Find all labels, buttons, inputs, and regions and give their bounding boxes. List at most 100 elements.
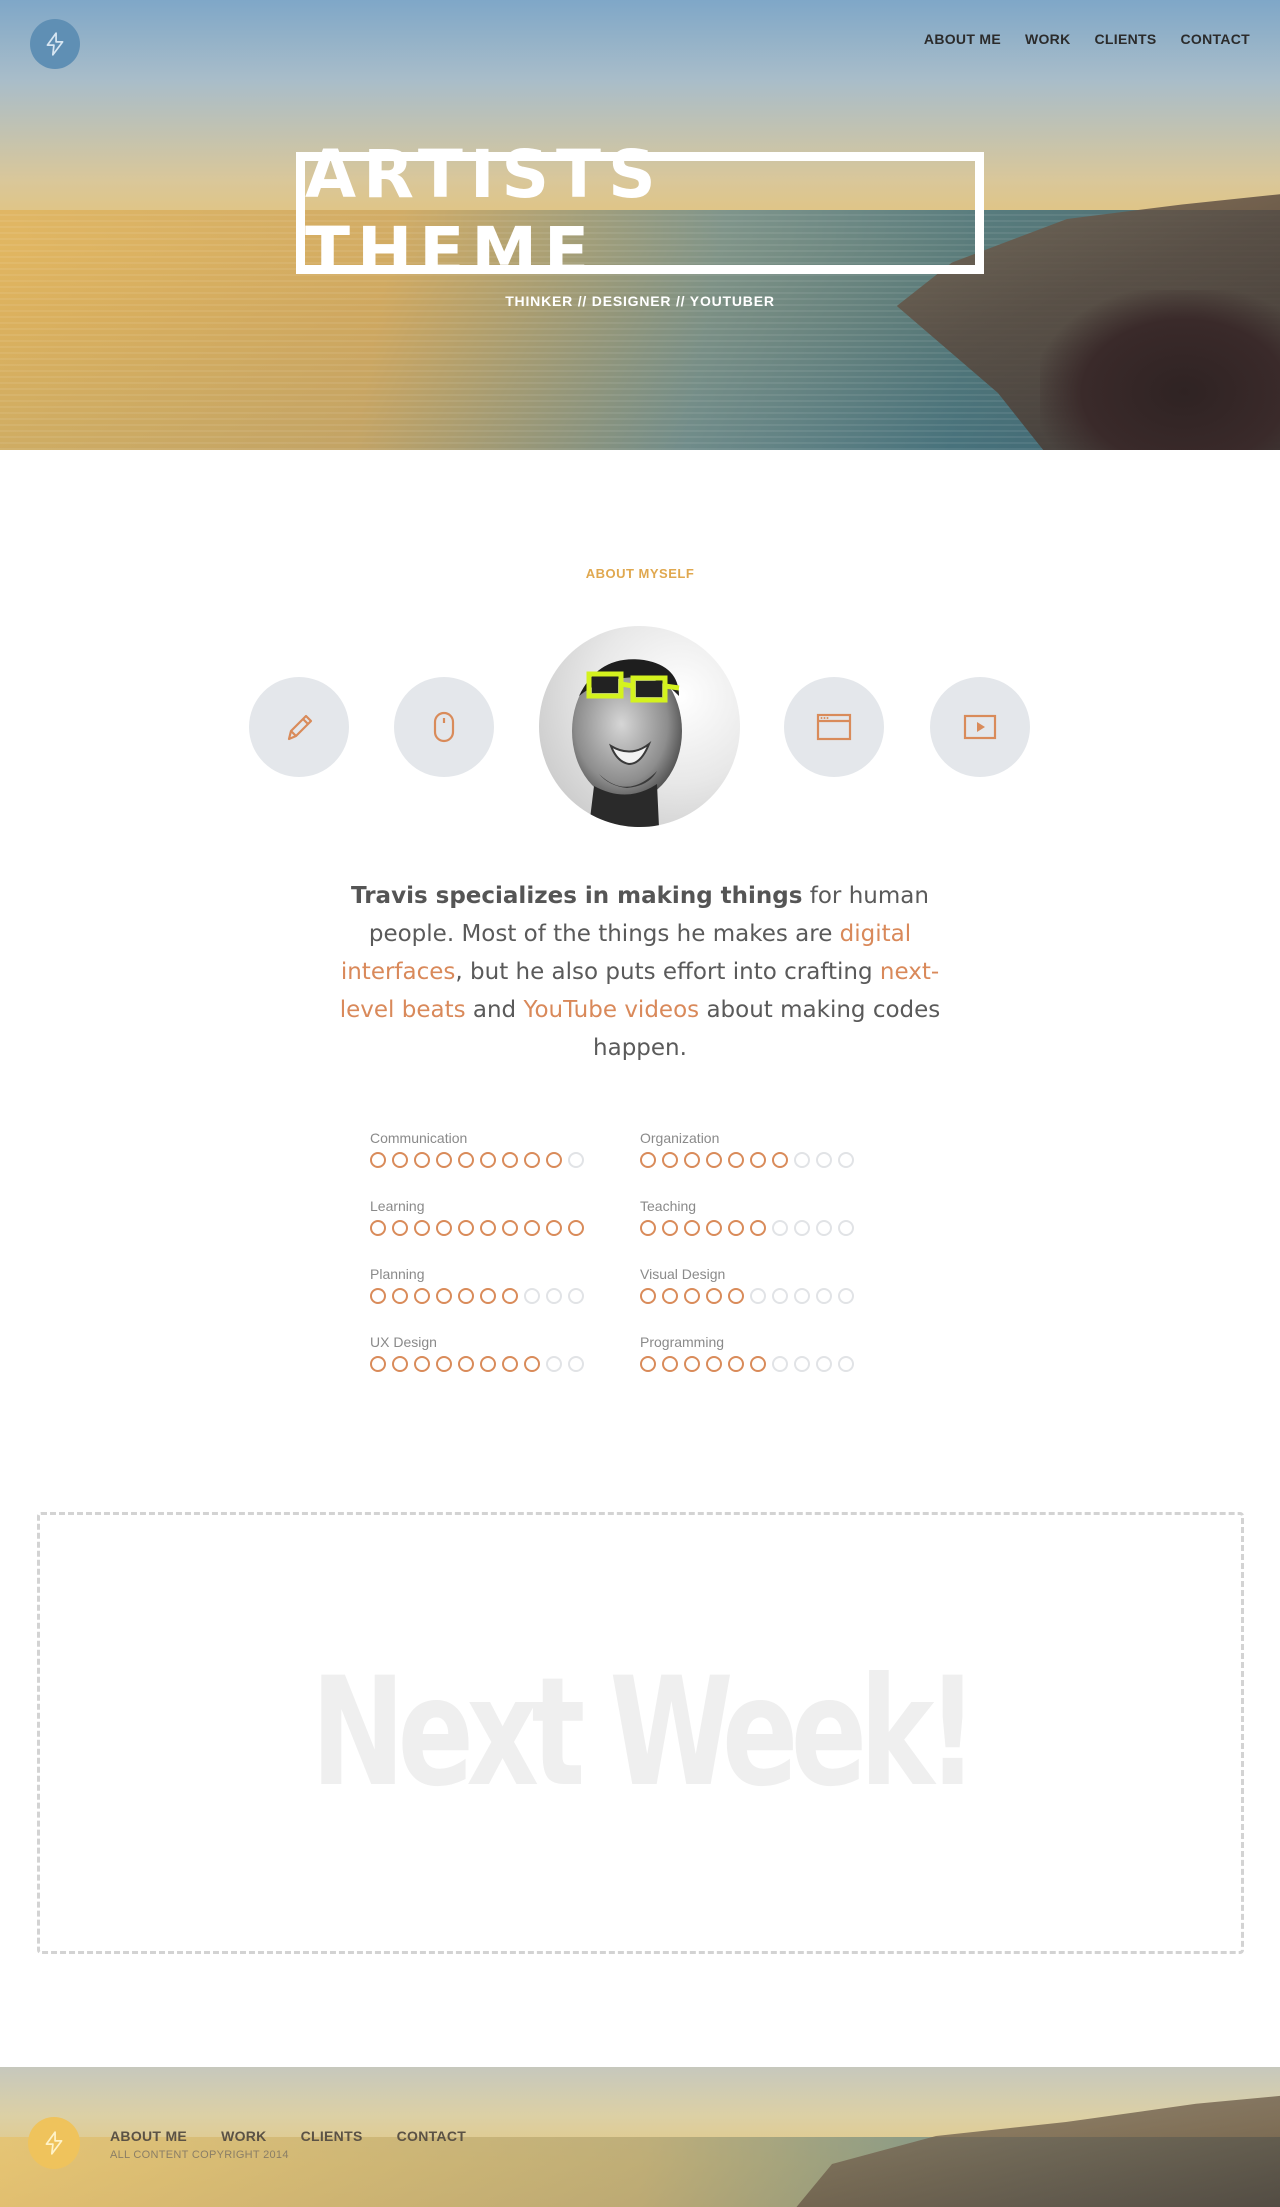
rating-dot-filled <box>684 1356 700 1372</box>
rating-dot-filled <box>662 1356 678 1372</box>
rating-dot-empty <box>546 1288 562 1304</box>
rating-dot-filled <box>728 1152 744 1168</box>
skill-item: Planning <box>370 1266 640 1304</box>
footer-nav-work[interactable]: WORK <box>221 2128 267 2144</box>
rating-dot-filled <box>436 1152 452 1168</box>
footer-lightning-logo-icon[interactable] <box>28 2117 80 2169</box>
skill-name: Teaching <box>640 1198 697 1214</box>
rating-dot-filled <box>524 1220 540 1236</box>
bio-text: Travis specializes in making things for … <box>339 883 941 1061</box>
profile-photo <box>572 659 682 827</box>
skill-rating <box>370 1356 640 1372</box>
top-nav: ABOUT ME WORK CLIENTS CONTACT <box>924 31 1250 47</box>
rating-dot-filled <box>458 1288 474 1304</box>
rating-dot-empty <box>568 1288 584 1304</box>
skill-name: Learning <box>370 1198 425 1214</box>
nav-work[interactable]: WORK <box>1025 31 1071 47</box>
skill-name: UX Design <box>370 1334 437 1350</box>
rating-dot-filled <box>640 1288 656 1304</box>
rating-dot-filled <box>568 1220 584 1236</box>
rating-dot-filled <box>546 1220 562 1236</box>
rating-dot-empty <box>772 1288 788 1304</box>
placeholder-text: Next Week! <box>310 1646 978 1820</box>
skill-name: Planning <box>370 1266 425 1282</box>
skill-item: Communication <box>370 1130 640 1168</box>
rating-dot-empty <box>794 1356 810 1372</box>
coming-soon-placeholder: Next Week! <box>37 1512 1244 1954</box>
skill-name: Communication <box>370 1130 468 1146</box>
rating-dot-filled <box>392 1152 408 1168</box>
rating-dot-empty <box>838 1152 854 1168</box>
footer-nav-clients[interactable]: CLIENTS <box>301 2128 363 2144</box>
skill-rating <box>640 1220 910 1236</box>
rating-dot-empty <box>524 1288 540 1304</box>
site-title-box: ARTISTS THEME <box>296 136 984 290</box>
skill-rating <box>640 1152 910 1168</box>
video-play-icon-circle <box>930 677 1030 777</box>
rating-dot-empty <box>772 1356 788 1372</box>
rating-dot-filled <box>750 1220 766 1236</box>
footer-nav-about-me[interactable]: ABOUT ME <box>110 2128 187 2144</box>
browser-window-icon <box>816 713 852 741</box>
link-youtube-videos[interactable]: YouTube videos <box>523 997 699 1023</box>
rating-dot-filled <box>546 1152 562 1168</box>
rating-dot-empty <box>838 1356 854 1372</box>
rating-dot-filled <box>480 1220 496 1236</box>
rating-dot-empty <box>816 1288 832 1304</box>
bio-strong: Travis specializes in making things <box>351 883 803 909</box>
rating-dot-filled <box>684 1288 700 1304</box>
video-play-icon <box>963 714 997 740</box>
skill-item: Programming <box>640 1334 910 1372</box>
mouse-icon-circle <box>394 677 494 777</box>
rating-dot-filled <box>502 1220 518 1236</box>
skill-item: UX Design <box>370 1334 640 1372</box>
rating-dot-filled <box>436 1288 452 1304</box>
rating-dot-empty <box>816 1220 832 1236</box>
skill-rating <box>370 1220 640 1236</box>
rating-dot-filled <box>524 1152 540 1168</box>
nav-clients[interactable]: CLIENTS <box>1095 31 1157 47</box>
avatar <box>539 626 740 827</box>
skill-name: Programming <box>640 1334 725 1350</box>
skill-item: Organization <box>640 1130 910 1168</box>
rating-dot-filled <box>414 1288 430 1304</box>
rating-dot-filled <box>662 1152 678 1168</box>
skill-name: Organization <box>640 1130 720 1146</box>
skill-item: Teaching <box>640 1198 910 1236</box>
skills-grid: Communication Organization Learning Teachin… <box>370 1130 910 1372</box>
site-subtitle: THINKER // DESIGNER // YOUTUBER <box>505 293 775 309</box>
rating-dot-filled <box>458 1152 474 1168</box>
rating-dot-filled <box>662 1220 678 1236</box>
browser-window-icon-circle <box>784 677 884 777</box>
footer-nav: ABOUT ME WORK CLIENTS CONTACT <box>110 2128 466 2144</box>
copyright-text: ALL CONTENT COPYRIGHT 2014 <box>110 2149 289 2161</box>
rating-dot-empty <box>794 1152 810 1168</box>
rating-dot-filled <box>414 1356 430 1372</box>
footer: ABOUT ME WORK CLIENTS CONTACT ALL CONTEN… <box>0 2067 1280 2207</box>
rating-dot-filled <box>480 1288 496 1304</box>
rating-dot-filled <box>436 1220 452 1236</box>
lightning-logo-icon[interactable] <box>30 19 80 69</box>
rating-dot-filled <box>502 1356 518 1372</box>
rating-dot-filled <box>728 1220 744 1236</box>
rating-dot-filled <box>392 1356 408 1372</box>
rating-dot-empty <box>546 1356 562 1372</box>
nav-contact[interactable]: CONTACT <box>1181 31 1251 47</box>
hero-banner: ABOUT ME WORK CLIENTS CONTACT ARTISTS TH… <box>0 0 1280 450</box>
rating-dot-filled <box>370 1152 386 1168</box>
rating-dot-filled <box>370 1356 386 1372</box>
rating-dot-filled <box>684 1152 700 1168</box>
rating-dot-filled <box>480 1356 496 1372</box>
rating-dot-empty <box>750 1288 766 1304</box>
skill-rating <box>370 1152 640 1168</box>
rating-dot-filled <box>750 1152 766 1168</box>
footer-nav-contact[interactable]: CONTACT <box>397 2128 467 2144</box>
rating-dot-filled <box>728 1356 744 1372</box>
nav-about-me[interactable]: ABOUT ME <box>924 31 1001 47</box>
rating-dot-empty <box>794 1220 810 1236</box>
rating-dot-empty <box>816 1152 832 1168</box>
rating-dot-filled <box>524 1356 540 1372</box>
mouse-icon <box>433 711 455 743</box>
rating-dot-filled <box>640 1152 656 1168</box>
rating-dot-filled <box>458 1220 474 1236</box>
